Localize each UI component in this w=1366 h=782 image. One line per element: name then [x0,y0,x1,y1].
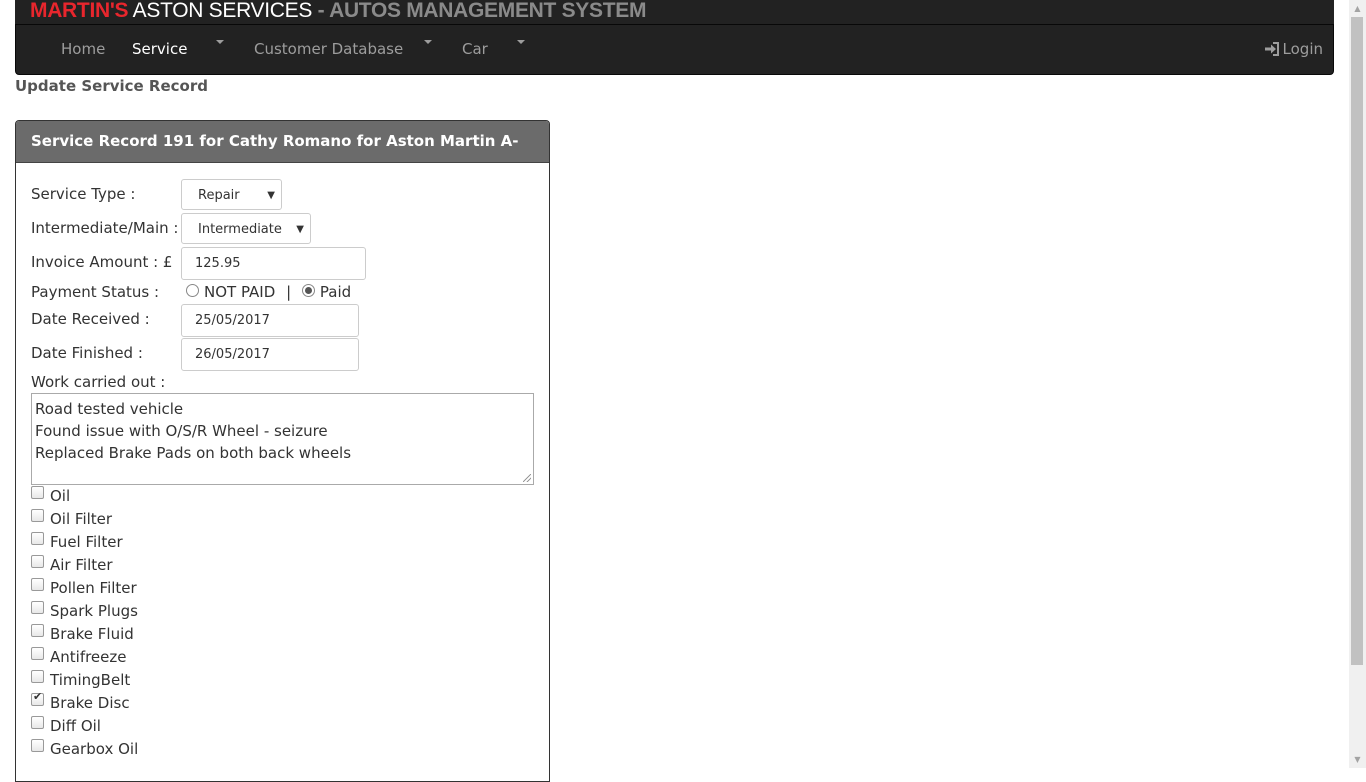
payment-status-group: NOT PAID | Paid [186,283,351,301]
page-title: Update Service Record [15,77,208,95]
check-label: Oil Filter [50,510,113,528]
brake-fluid-checkbox[interactable] [31,624,44,637]
scrollbar-thumb[interactable] [1351,17,1363,665]
check-label: Antifreeze [50,648,127,666]
check-label: Air Filter [50,556,113,574]
login-label: Login [1282,40,1323,58]
check-item-pollen-filter: Pollen Filter [31,577,138,600]
brand-aston-services: ASTON SERVICES [132,0,313,22]
oil-filter-checkbox[interactable] [31,509,44,522]
pollen-filter-checkbox[interactable] [31,578,44,591]
check-label: Gearbox Oil [50,740,139,758]
payment-paid-radio[interactable] [301,284,315,297]
check-item-brake-fluid: Brake Fluid [31,623,138,646]
work-carried-out-textarea[interactable]: Road tested vehicle Found issue with O/S… [31,393,534,485]
service-record-panel: Service Record 191 for Cathy Romano for … [15,120,550,782]
gearbox-oil-checkbox[interactable] [31,739,44,752]
date-finished-label: Date Finished : [31,344,143,362]
service-type-label: Service Type : [31,185,136,203]
check-item-diff-oil: Diff Oil [31,715,138,738]
check-label: Pollen Filter [50,579,137,597]
car-dropdown-caret-icon[interactable] [517,40,525,44]
date-received-label: Date Received : [31,310,150,328]
brand-bar: MARTIN'S ASTON SERVICES - AUTOS MANAGEME… [15,0,1334,24]
check-item-timingbelt: TimingBelt [31,669,138,692]
timingbelt-checkbox[interactable] [31,670,44,683]
resize-handle-icon[interactable] [523,474,531,482]
check-label: TimingBelt [50,671,131,689]
check-label: Brake Disc [50,694,130,712]
payment-paid-label: Paid [319,283,352,301]
nav-home[interactable]: Home [61,25,105,74]
invoice-amount-value: 125.95 [195,256,241,271]
check-item-oil-filter: Oil Filter [31,508,138,531]
date-received-value: 25/05/2017 [195,313,270,328]
login-link[interactable]: Login [1264,25,1323,74]
intermediate-main-value: Intermediate [198,222,282,237]
payment-not-paid-radio[interactable] [186,284,199,297]
check-label: Brake Fluid [50,625,134,643]
invoice-amount-label: Invoice Amount : £ [31,253,173,271]
work-line: Replaced Brake Pads on both back wheels [35,444,352,462]
nav-customer-database[interactable]: Customer Database [254,25,403,74]
intermediate-main-label: Intermediate/Main : [31,219,179,237]
oil-checkbox[interactable] [31,486,44,499]
service-dropdown-caret-icon[interactable] [216,40,224,44]
check-item-air-filter: Air Filter [31,554,138,577]
select-arrow-icon: ▼ [296,224,304,235]
page-scrollbar[interactable]: ▲ ▼ [1349,0,1366,768]
service-type-select[interactable]: Repair ▼ [181,179,282,210]
checkmark-icon: ✔ [33,690,43,703]
date-finished-input[interactable]: 26/05/2017 [181,338,359,371]
check-item-spark-plugs: Spark Plugs [31,600,138,623]
work-line: Road tested vehicle [35,400,184,418]
service-checklist: Oil Oil Filter Fuel Filter Air Filter Po… [31,485,138,761]
date-finished-value: 26/05/2017 [195,347,270,362]
nav-service[interactable]: Service [132,25,187,74]
payment-not-paid-label: NOT PAID [204,283,276,301]
customer-dropdown-caret-icon[interactable] [424,40,432,44]
air-filter-checkbox[interactable] [31,555,44,568]
check-item-oil: Oil [31,485,138,508]
invoice-amount-input[interactable]: 125.95 [181,247,366,280]
fuel-filter-checkbox[interactable] [31,532,44,545]
select-arrow-icon: ▼ [267,190,275,201]
work-carried-out-label: Work carried out : [31,373,166,391]
check-label: Oil [50,487,71,505]
work-line: Found issue with O/S/R Wheel - seizure [35,422,328,440]
brand-logo: MARTIN'S ASTON SERVICES - AUTOS MANAGEME… [30,0,646,24]
check-label: Diff Oil [50,717,101,735]
check-item-fuel-filter: Fuel Filter [31,531,138,554]
payment-separator: | [286,283,292,301]
check-item-gearbox-oil: Gearbox Oil [31,738,138,761]
check-label: Fuel Filter [50,533,123,551]
login-icon [1264,42,1279,56]
brake-disc-checkbox[interactable]: ✔ [31,690,44,706]
check-item-antifreeze: Antifreeze [31,646,138,669]
date-received-input[interactable]: 25/05/2017 [181,304,359,337]
antifreeze-checkbox[interactable] [31,647,44,660]
check-item-brake-disc: ✔ Brake Disc [31,690,138,715]
check-label: Spark Plugs [50,602,138,620]
service-type-value: Repair [198,188,240,203]
nav-car[interactable]: Car [462,25,488,74]
payment-status-label: Payment Status : [31,283,160,301]
scroll-up-arrow-icon[interactable]: ▲ [1349,0,1366,17]
panel-title: Service Record 191 for Cathy Romano for … [16,121,549,191]
brand-martins: MARTIN'S [30,0,129,22]
navbar: Home Service Customer Database Car Login [15,24,1334,75]
brand-subtitle: - AUTOS MANAGEMENT SYSTEM [317,0,647,22]
intermediate-main-select[interactable]: Intermediate ▼ [181,213,311,244]
diff-oil-checkbox[interactable] [31,716,44,729]
spark-plugs-checkbox[interactable] [31,601,44,614]
scroll-down-arrow-icon[interactable]: ▼ [1349,751,1366,768]
